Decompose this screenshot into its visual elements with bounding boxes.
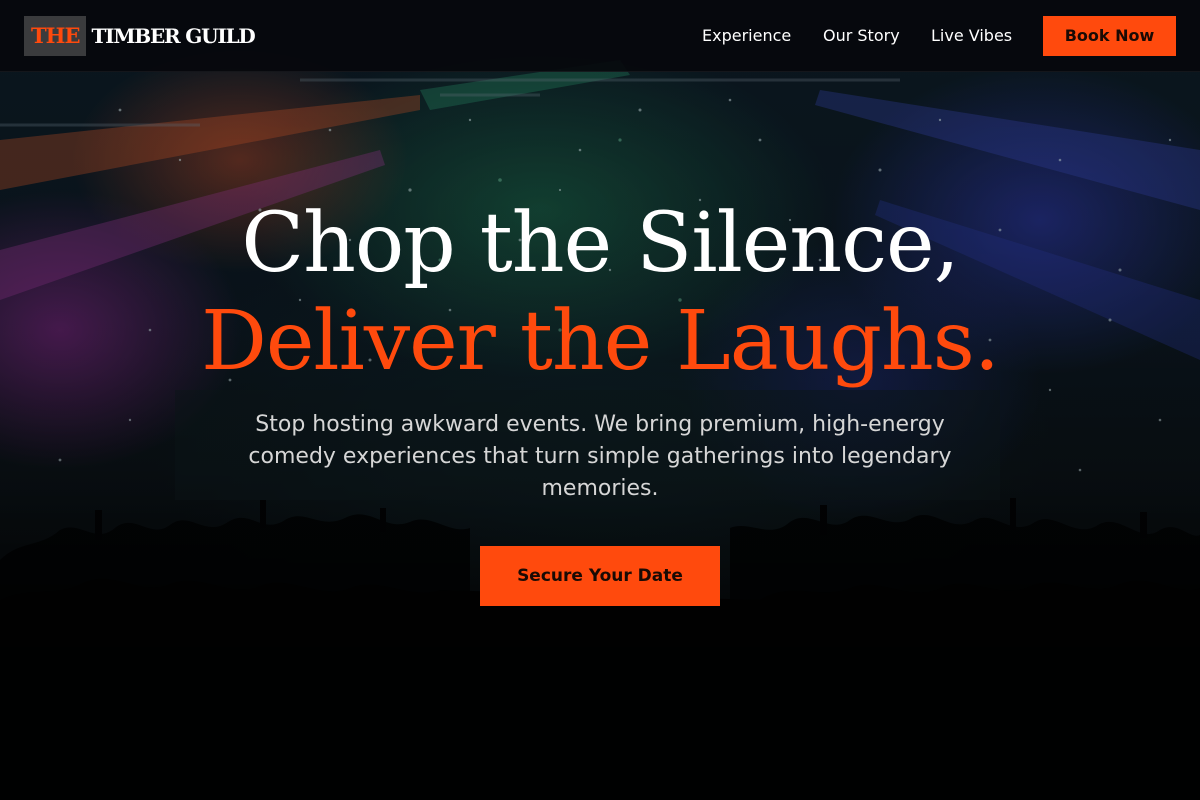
secure-your-date-button[interactable]: Secure Your Date <box>480 546 720 606</box>
hero-section: Chop the Silence, Deliver the Laughs. St… <box>0 0 1200 800</box>
hero-headline-line2: Deliver the Laughs. <box>201 294 1000 389</box>
hero-subtext: Stop hosting awkward events. We bring pr… <box>248 412 952 501</box>
hero-headline-line1: Chop the Silence, <box>241 196 959 291</box>
